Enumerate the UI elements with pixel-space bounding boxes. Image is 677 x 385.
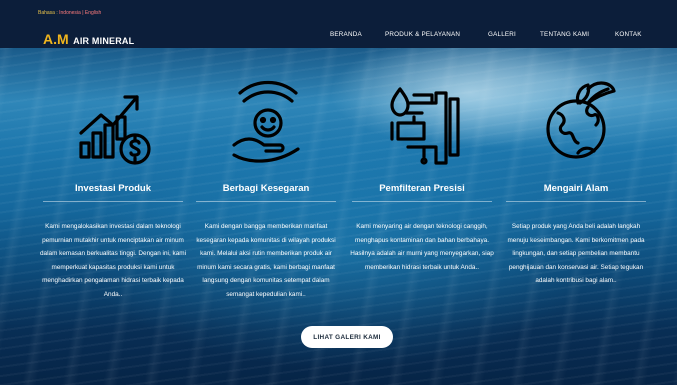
feature-title-pemfilteran-presisi: Pemfilteran Presisi [379, 183, 465, 194]
nav-galleri[interactable]: GALLERI [488, 31, 516, 38]
feature-divider [352, 201, 492, 202]
feature-title-mengairi-alam: Mengairi Alam [543, 183, 609, 194]
feature-divider [506, 201, 646, 202]
nav-produk-pelayanan[interactable]: PRODUK & PELAYANAN [385, 31, 460, 38]
view-gallery-button[interactable]: LIHAT GALERI KAMI [301, 326, 393, 348]
feature-description-investasi-produk: Kami mengalokasikan investasi dalam tekn… [40, 223, 186, 298]
water-pipe-filter-icon [384, 73, 464, 169]
investment-chart-coin-icon [75, 73, 155, 169]
feature-description-mengairi-alam: Setiap produk yang Anda beli adalah lang… [507, 223, 645, 284]
feature-title-investasi-produk: Investasi Produk [74, 183, 152, 194]
feature-description-berbagi-kesegaran: Kami dengan bangga memberikan manfaat ke… [196, 223, 336, 298]
hands-happy-face-icon [228, 73, 308, 169]
feature-description-pemfilteran-presisi: Kami menyaring air dengan teknologi cang… [350, 223, 494, 271]
nav-tentang-kami[interactable]: TENTANG KAMI [540, 31, 589, 38]
main-navigation: BERANDA PRODUK & PELAYANAN GALLERI TENTA… [0, 31, 677, 43]
feature-title-berbagi-kesegaran: Berbagi Kesegaran [222, 183, 310, 194]
nav-beranda[interactable]: BERANDA [330, 31, 362, 38]
language-options-link[interactable]: Indonesia | English [59, 10, 101, 16]
earth-leaves-icon [538, 73, 618, 169]
nav-kontak[interactable]: KONTAK [615, 31, 642, 38]
top-header: Bahasa : Indonesia | English A.M AIR MIN… [0, 0, 677, 48]
feature-divider [43, 201, 183, 202]
language-label: Bahasa : [38, 10, 58, 16]
feature-divider [196, 201, 336, 202]
language-switcher: Bahasa : Indonesia | English [38, 10, 101, 16]
